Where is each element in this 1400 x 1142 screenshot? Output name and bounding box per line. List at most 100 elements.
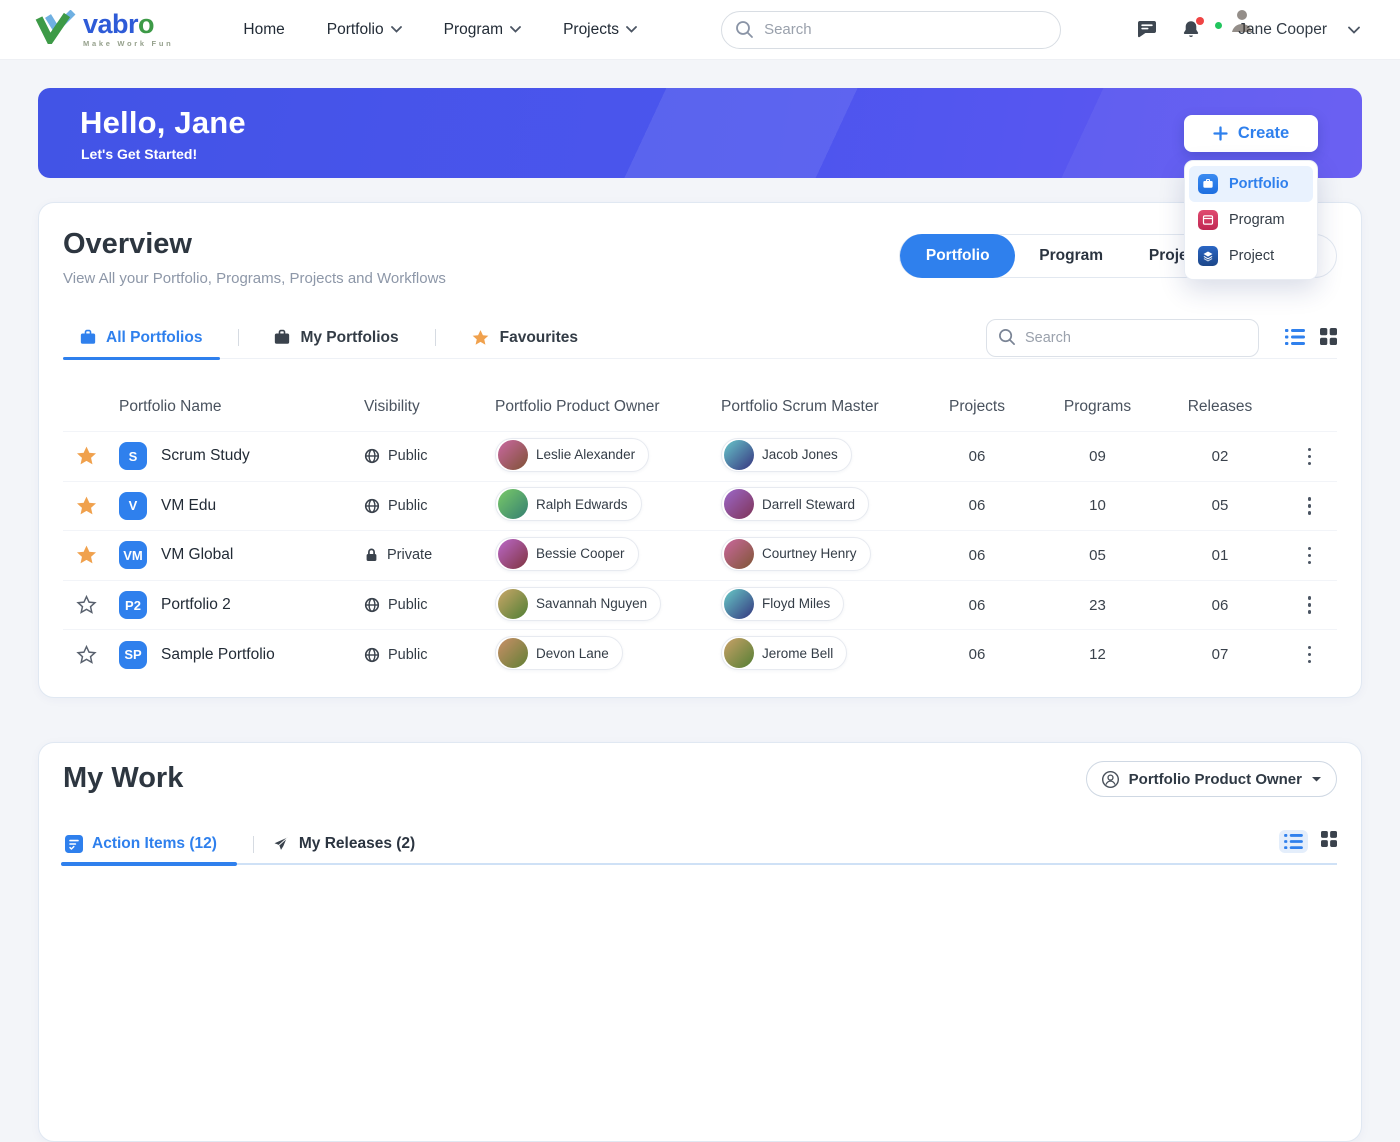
create-button[interactable]: Create	[1184, 115, 1318, 152]
projects-count: 06	[917, 448, 1037, 465]
scrum-master-pill: Courtney Henry	[721, 537, 871, 571]
projects-count: 06	[917, 646, 1037, 663]
portfolio-initials-badge: P2	[119, 591, 147, 619]
scrum-master-avatar	[724, 589, 754, 619]
releases-count: 01	[1158, 547, 1282, 564]
search-icon	[998, 328, 1016, 351]
table-row[interactable]: VM VM Global Private Bessie Cooper Court…	[63, 530, 1337, 580]
favourite-star-icon[interactable]	[63, 445, 119, 467]
table-row[interactable]: P2 Portfolio 2 Public Savannah Nguyen Fl…	[63, 580, 1337, 630]
hero-banner: Hello, Jane Let's Get Started! Create Po…	[38, 88, 1362, 178]
global-search-input[interactable]	[721, 11, 1061, 49]
nav-item-portfolio[interactable]: Portfolio	[327, 21, 402, 39]
releases-count: 02	[1158, 448, 1282, 465]
row-menu-kebab-icon[interactable]	[1282, 590, 1337, 620]
messages-icon[interactable]	[1135, 19, 1159, 41]
column-header: Portfolio Name	[119, 398, 364, 416]
hero-greeting: Hello, Jane	[80, 105, 246, 141]
scrum-master-name: Jerome Bell	[762, 646, 833, 661]
grid-view-icon[interactable]	[1321, 831, 1337, 852]
tab-favourites[interactable]: Favourites	[454, 317, 596, 358]
nav-item-projects[interactable]: Projects	[563, 21, 637, 39]
favourite-star-icon[interactable]	[63, 544, 119, 566]
segment-portfolio[interactable]: Portfolio	[900, 234, 1015, 278]
product-owner-name: Ralph Edwards	[536, 497, 628, 512]
programs-count: 09	[1037, 448, 1158, 465]
portfolio-name: VM Global	[161, 546, 233, 564]
table-row[interactable]: SP Sample Portfolio Public Devon Lane Je…	[63, 629, 1337, 679]
lock-icon	[364, 547, 379, 563]
tab-my-releases[interactable]: My Releases (2)	[270, 825, 435, 863]
role-filter-dropdown[interactable]: Portfolio Product Owner	[1086, 761, 1337, 797]
product-owner-avatar	[498, 440, 528, 470]
create-menu-item-portfolio[interactable]: Portfolio	[1189, 166, 1313, 202]
product-owner-avatar	[498, 539, 528, 569]
portfolio-initials-badge: SP	[119, 641, 147, 669]
column-header: Portfolio Scrum Master	[721, 398, 917, 416]
my-work-tabs-row: Action Items (12) My Releases (2)	[63, 825, 1337, 865]
column-header: Portfolio Product Owner	[495, 398, 721, 416]
portfolio-name: Scrum Study	[161, 447, 250, 465]
paper-plane-icon	[272, 835, 290, 853]
search-icon	[735, 20, 754, 44]
chevron-down-icon	[626, 26, 637, 33]
chevron-down-icon	[391, 26, 402, 33]
product-owner-pill: Leslie Alexander	[495, 438, 649, 472]
layers-icon	[1198, 246, 1218, 266]
row-menu-kebab-icon[interactable]	[1282, 442, 1337, 472]
product-owner-avatar	[498, 489, 528, 519]
row-menu-kebab-icon[interactable]	[1282, 491, 1337, 521]
logo-check-icon	[35, 10, 77, 49]
favourite-star-icon[interactable]	[63, 644, 119, 666]
row-menu-kebab-icon[interactable]	[1282, 640, 1337, 670]
product-owner-pill: Bessie Cooper	[495, 537, 639, 571]
tab-all-portfolios[interactable]: All Portfolios	[63, 317, 220, 358]
favourite-star-icon[interactable]	[63, 495, 119, 517]
product-owner-name: Devon Lane	[536, 646, 609, 661]
briefcase-icon	[273, 329, 291, 346]
scrum-master-name: Jacob Jones	[762, 447, 838, 462]
segment-program[interactable]: Program	[1015, 234, 1126, 278]
scrum-master-name: Courtney Henry	[762, 546, 857, 561]
column-header: Projects	[917, 398, 1037, 416]
scrum-master-pill: Floyd Miles	[721, 587, 844, 621]
programs-count: 12	[1037, 646, 1158, 663]
overview-card: Overview View All your Portfolio, Progra…	[38, 202, 1362, 698]
notification-dot	[1196, 17, 1204, 25]
list-view-icon[interactable]	[1279, 830, 1308, 853]
row-menu-kebab-icon[interactable]	[1282, 541, 1337, 571]
scrum-master-pill: Jerome Bell	[721, 636, 847, 670]
product-owner-pill: Devon Lane	[495, 636, 623, 670]
tab-action-items[interactable]: Action Items (12)	[63, 825, 237, 863]
visibility-label: Private	[387, 547, 432, 563]
tab-my-portfolios[interactable]: My Portfolios	[257, 317, 416, 358]
grid-view-icon[interactable]	[1320, 328, 1337, 350]
user-menu-chevron-icon[interactable]	[1348, 26, 1360, 34]
portfolio-name: Sample Portfolio	[161, 646, 275, 664]
programs-count: 05	[1037, 547, 1158, 564]
programs-count: 10	[1037, 497, 1158, 514]
product-owner-name: Leslie Alexander	[536, 447, 635, 462]
column-header: Programs	[1037, 398, 1158, 416]
table-row[interactable]: V VM Edu Public Ralph Edwards Darrell St…	[63, 481, 1337, 531]
portfolio-search-input[interactable]	[986, 319, 1259, 357]
brand-logo[interactable]: vabro Make Work Fun	[35, 10, 173, 49]
globe-icon	[364, 597, 380, 613]
tab-divider	[435, 329, 436, 346]
nav-item-home[interactable]: Home	[243, 21, 284, 39]
table-row[interactable]: S Scrum Study Public Leslie Alexander Ja…	[63, 431, 1337, 481]
visibility-label: Public	[388, 597, 428, 613]
create-menu-item-project[interactable]: Project	[1189, 238, 1313, 274]
portfolio-name: VM Edu	[161, 497, 216, 515]
favourite-star-icon[interactable]	[63, 594, 119, 616]
product-owner-avatar	[498, 638, 528, 668]
create-menu-item-program[interactable]: Program	[1189, 202, 1313, 238]
top-navbar: vabro Make Work Fun Home Portfolio Progr…	[0, 0, 1400, 60]
visibility-label: Public	[388, 647, 428, 663]
list-view-icon[interactable]	[1285, 329, 1305, 350]
globe-icon	[364, 448, 380, 464]
brand-name: vabro	[83, 11, 173, 38]
nav-item-program[interactable]: Program	[444, 21, 521, 39]
star-icon	[470, 328, 491, 348]
notifications-bell-icon[interactable]	[1180, 18, 1202, 41]
